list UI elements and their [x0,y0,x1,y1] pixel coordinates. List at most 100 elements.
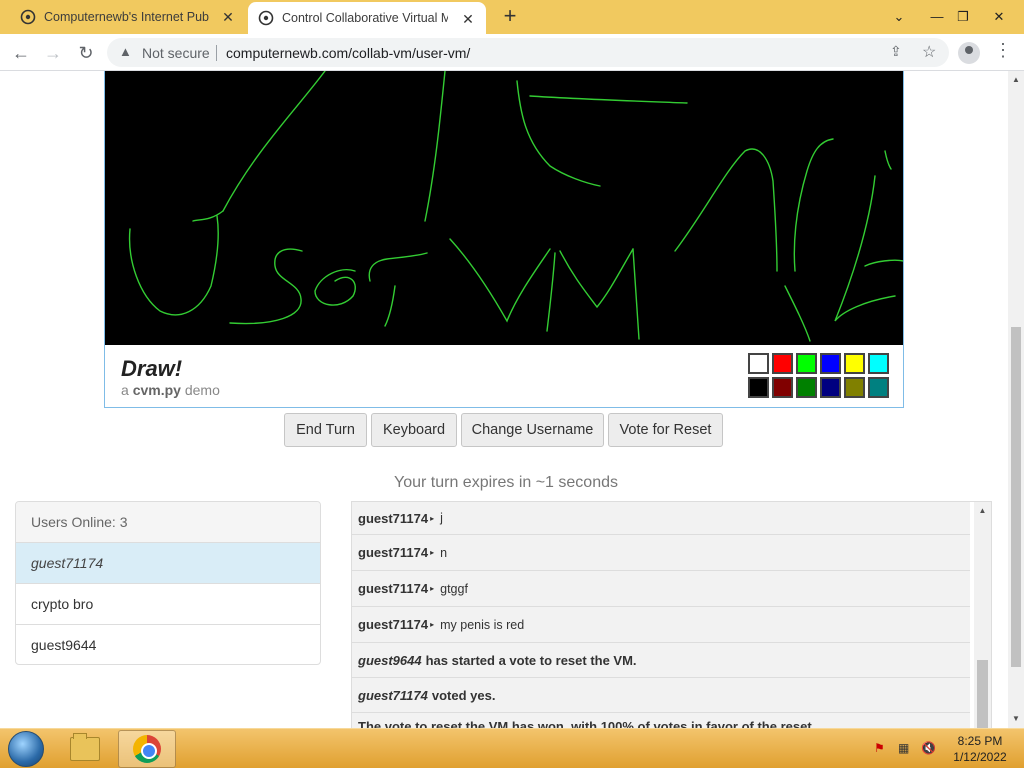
chat-username[interactable]: guest71174 [358,617,428,632]
users-online-header: Users Online: 3 [16,502,320,543]
taskbar-clock[interactable]: 8:25 PM 1/12/2022 [944,733,1016,765]
security-label[interactable]: Not secure [142,45,210,61]
scroll-up-arrow-icon[interactable]: ▲ [1008,75,1024,84]
drawn-stroke [516,80,601,187]
color-swatch[interactable] [820,377,841,398]
chat-scrollbar-thumb[interactable] [977,660,988,728]
network-icon[interactable]: ▦ [898,741,909,755]
folder-icon [70,733,100,761]
chat-username[interactable]: guest71174 [358,511,428,526]
clock-date: 1/12/2022 [953,750,1007,764]
chat-username: guest9644 [358,652,422,668]
drawn-stroke [864,259,903,267]
users-online-panel: Users Online: 3 guest71174 crypto bro gu… [15,501,321,665]
chat-log[interactable]: guest71174 ▸ j guest71174 ▸ n guest71174 ▸ gtg… [351,501,992,728]
tab-search-chevron-icon[interactable]: ⌄ [882,0,916,34]
turn-status: Your turn expires in ~1 seconds [394,474,618,491]
close-tab-icon[interactable]: ✕ [220,9,236,26]
chat-text: voted yes. [431,687,496,703]
demo-subtitle: a cvm.py demo [121,382,220,398]
chat-message: guest71174 ▸ j [352,502,970,535]
taskbar-chrome[interactable] [118,730,176,768]
end-turn-button[interactable]: End Turn [284,413,367,447]
color-swatch[interactable] [748,377,769,398]
demo-sub-name: cvm.py [132,382,181,398]
start-orb-icon[interactable] [8,731,44,767]
new-tab-icon[interactable]: + [499,5,521,27]
scroll-down-arrow-icon[interactable]: ▼ [1008,714,1024,723]
chat-username: guest71174 [358,687,428,703]
chat-system-message: The vote to reset the VM has won, with 1… [352,713,970,728]
reload-icon[interactable]: ↻ [73,40,99,66]
chat-text: The vote to reset the VM has won, with 1… [358,719,816,728]
chat-scrollbar[interactable]: ▲ [974,502,991,728]
color-swatch[interactable] [748,353,769,374]
action-center-flag-icon[interactable]: ⚑ [874,741,885,755]
os-taskbar: ⚑ ▦ 🔇 8:25 PM 1/12/2022 [0,728,1024,768]
page-viewport: Draw! a cvm.py demo End Turn Keyboard Ch… [0,71,1008,728]
play-arrow-icon: ▸ [430,620,435,629]
drawn-stroke [192,210,224,222]
drawn-stroke [884,150,892,170]
drawn-stroke [384,285,396,327]
change-username-button[interactable]: Change Username [461,413,604,447]
user-list-item[interactable]: guest71174 [16,543,320,584]
color-swatch[interactable] [844,353,865,374]
chat-username[interactable]: guest71174 [358,545,428,560]
play-arrow-icon: ▸ [430,584,435,593]
chrome-icon [133,735,161,763]
color-swatch[interactable] [796,377,817,398]
drawn-stroke [529,95,688,104]
chat-message: guest71174 ▸ n [352,535,970,571]
user-list-item[interactable]: crypto bro [16,584,320,625]
page-scrollbar-thumb[interactable] [1011,327,1021,667]
profile-avatar-icon[interactable] [958,42,980,64]
bookmark-star-icon[interactable]: ☆ [922,42,936,62]
restore-icon[interactable]: ❐ [946,0,980,34]
volume-muted-icon[interactable]: 🔇 [921,741,936,755]
color-swatch[interactable] [772,353,793,374]
page-scrollbar[interactable]: ▲ ▼ [1008,71,1024,728]
omnibox[interactable]: ▲ Not secure computernewb.com/collab-vm/… [107,38,949,67]
close-window-icon[interactable]: ✕ [982,0,1016,34]
warning-icon[interactable]: ▲ [119,44,132,59]
close-tab-icon[interactable]: ✕ [460,11,476,28]
url-text[interactable]: computernewb.com/collab-vm/user-vm/ [226,45,470,61]
share-icon[interactable]: ⇪ [890,43,902,60]
forward-arrow-icon[interactable]: → [40,40,66,66]
tab-title: Control Collaborative Virtual Machine [282,11,448,25]
chat-system-message: guest9644 has started a vote to reset the… [352,643,970,678]
scroll-up-arrow-icon[interactable]: ▲ [974,506,991,515]
color-swatch[interactable] [796,353,817,374]
keyboard-button[interactable]: Keyboard [371,413,457,447]
chat-message: guest71174 ▸ gtggf [352,571,970,607]
drawn-stroke [314,269,356,306]
tab-title: Computernewb's Internet Pub Hub [44,10,210,24]
user-list-item[interactable]: guest9644 [16,625,320,664]
color-swatch[interactable] [844,377,865,398]
drawn-stroke [793,138,834,272]
vote-reset-button[interactable]: Vote for Reset [608,413,723,447]
drawn-stroke [368,252,428,282]
drawn-stroke [449,238,551,323]
kebab-menu-icon[interactable]: ⋮ [994,40,1012,61]
clock-time: 8:25 PM [957,734,1003,748]
drawn-stroke [222,71,326,212]
drawn-stroke [424,71,446,222]
chat-username[interactable]: guest71174 [358,581,428,596]
color-swatch[interactable] [868,353,889,374]
vm-screen[interactable] [105,71,903,345]
color-swatch[interactable] [868,377,889,398]
demo-title: Draw! [121,356,183,381]
drawing-canvas[interactable] [105,71,903,345]
tab-pub-hub[interactable]: Computernewb's Internet Pub Hub ✕ [6,0,246,34]
address-toolbar: ← → ↻ ▲ Not secure computernewb.com/coll… [0,34,1024,71]
chat-message: guest71174 ▸ my penis is red [352,607,970,643]
drawn-stroke [546,252,556,332]
taskbar-file-explorer[interactable] [56,730,114,768]
drawn-stroke [834,175,896,322]
tab-collab-vm[interactable]: Control Collaborative Virtual Machine ✕ [248,2,486,34]
color-swatch[interactable] [772,377,793,398]
back-arrow-icon[interactable]: ← [8,40,34,66]
color-swatch[interactable] [820,353,841,374]
